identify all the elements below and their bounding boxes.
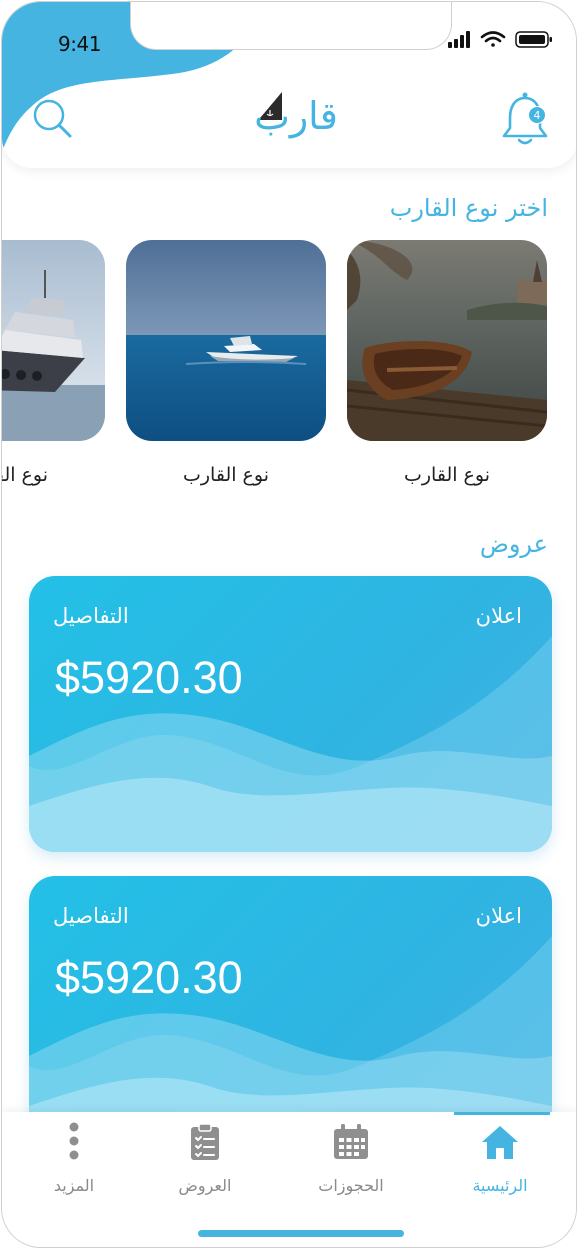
- clipboard-icon: [191, 1123, 219, 1160]
- app-logo: قارب: [240, 88, 352, 148]
- home-indicator[interactable]: [198, 1230, 404, 1237]
- calendar-icon: [334, 1124, 368, 1159]
- status-time: 9:41: [58, 32, 101, 56]
- phone-frame: 9:41 قارب 4 اختر نوع القارب نوع القارب ن…: [1, 1, 577, 1248]
- offer-card[interactable]: اعلان التفاصيل $5920.30: [29, 876, 552, 1152]
- battery-icon: [515, 31, 552, 48]
- logo-text: قارب: [254, 94, 338, 138]
- offer-price: $5920.30: [55, 652, 243, 703]
- search-icon: [33, 99, 72, 138]
- wifi-icon: [480, 31, 506, 47]
- app-header: 9:41 قارب 4: [2, 2, 576, 168]
- boat-type-label: نوع القارب: [182, 464, 269, 486]
- tab-bookings[interactable]: الحجوزات: [291, 1122, 411, 1202]
- tab-label: المزيد: [53, 1176, 95, 1195]
- boat-type-card[interactable]: نوع القارب: [126, 240, 326, 500]
- tab-home[interactable]: الرئيسية: [440, 1122, 560, 1202]
- notifications-button[interactable]: 4: [498, 90, 552, 148]
- home-icon: [482, 1126, 518, 1159]
- yacht-photo: [2, 240, 105, 441]
- boat-type-label: نوع القارب: [403, 464, 490, 486]
- boat-types-carousel[interactable]: نوع القارب نوع القارب نوع ال: [2, 240, 576, 500]
- offer-details-link[interactable]: التفاصيل: [53, 904, 129, 928]
- tab-label: الحجوزات: [318, 1176, 384, 1195]
- notification-badge: 4: [528, 106, 546, 124]
- offer-tag: اعلان: [475, 904, 522, 928]
- signal-icon: [448, 31, 470, 48]
- bottom-tab-bar: الرئيسية الحجوزات العروض المزيد: [2, 1112, 576, 1247]
- status-icons: [448, 31, 552, 48]
- boat-type-label: نوع القارب: [2, 464, 48, 486]
- offer-card[interactable]: اعلان التفاصيل $5920.30: [29, 576, 552, 852]
- tab-label: الرئيسية: [472, 1176, 528, 1195]
- boat-types-title: اختر نوع القارب: [389, 194, 548, 222]
- offer-price: $5920.30: [55, 952, 243, 1003]
- rowboat-lake-photo: [347, 240, 547, 441]
- device-notch: [130, 2, 452, 50]
- search-button[interactable]: [30, 96, 76, 142]
- boat-type-card[interactable]: نوع القارب: [347, 240, 547, 500]
- tab-label: العروض: [178, 1176, 232, 1195]
- offers-title: عروض: [479, 530, 548, 558]
- boat-type-card[interactable]: نوع القارب: [2, 240, 105, 500]
- offer-details-link[interactable]: التفاصيل: [53, 604, 129, 628]
- speedboat-sea-photo: [126, 240, 326, 441]
- tab-more[interactable]: المزيد: [14, 1122, 134, 1202]
- tab-offers[interactable]: العروض: [145, 1122, 265, 1202]
- more-vertical-icon: [69, 1122, 79, 1160]
- active-tab-indicator: [454, 1112, 550, 1115]
- offer-tag: اعلان: [475, 604, 522, 628]
